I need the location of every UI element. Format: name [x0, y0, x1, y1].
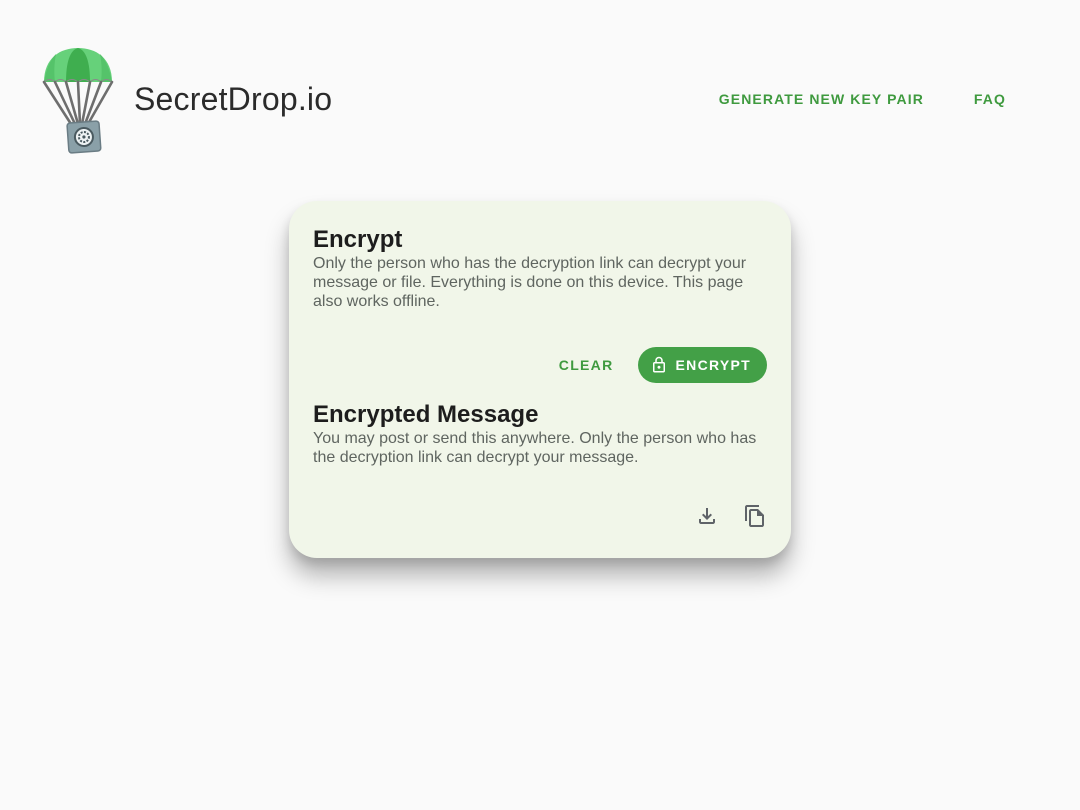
encrypt-title: Encrypt: [313, 226, 403, 253]
encrypt-button[interactable]: ENCRYPT: [637, 347, 767, 383]
encrypted-message-description: You may post or send this anywhere. Only…: [313, 430, 757, 466]
nav-faq[interactable]: FAQ: [974, 91, 1006, 107]
encrypt-button-label: ENCRYPT: [675, 357, 751, 373]
encrypt-card: Encrypt Only the person who has the decr…: [289, 201, 791, 558]
encrypt-description: Only the person who has the decryption l…: [313, 255, 747, 310]
app-header: SecretDrop.io GENERATE NEW KEY PAIR FAQ: [0, 0, 1080, 200]
home-logo-link[interactable]: SecretDrop.io: [40, 44, 332, 156]
download-icon: [699, 508, 715, 524]
encrypted-message-section: Encrypted Message You may post or send t…: [313, 400, 763, 467]
top-nav: GENERATE NEW KEY PAIR FAQ: [719, 91, 1006, 107]
encrypted-message-title: Encrypted Message: [313, 401, 539, 428]
copy-icon: [745, 505, 764, 527]
nav-generate-key-pair[interactable]: GENERATE NEW KEY PAIR: [719, 91, 924, 107]
encrypted-message-actions: [695, 504, 767, 528]
parachute-logo-icon: [42, 48, 114, 154]
encrypt-actions: CLEAR ENCRYPT: [313, 347, 767, 383]
clear-button[interactable]: CLEAR: [547, 349, 626, 381]
lock-icon: [652, 356, 665, 373]
encrypt-section: Encrypt Only the person who has the decr…: [313, 225, 767, 311]
download-button[interactable]: [695, 504, 719, 528]
site-title: SecretDrop.io: [134, 80, 333, 117]
copy-button[interactable]: [743, 504, 767, 528]
